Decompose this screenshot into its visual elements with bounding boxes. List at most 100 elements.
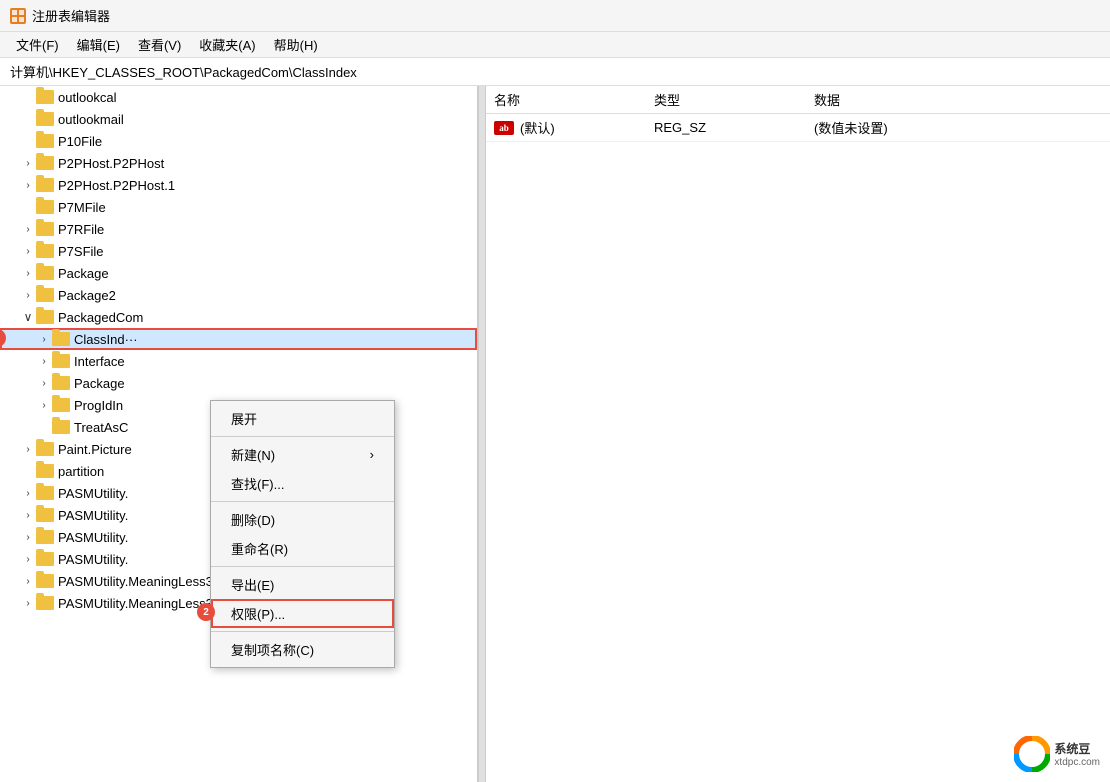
col-header-data: 数据 xyxy=(814,90,1102,109)
ctx-delete[interactable]: 删除(D) xyxy=(211,505,394,534)
ctx-copy-name-label: 复制项名称(C) xyxy=(231,640,314,659)
expand-icon: › xyxy=(20,290,36,301)
folder-icon xyxy=(36,90,54,104)
folder-icon xyxy=(52,354,70,368)
tree-item-outlookcal[interactable]: outlookcal xyxy=(0,86,477,108)
expand-icon: › xyxy=(20,488,36,499)
tree-label: Package xyxy=(74,376,125,391)
folder-icon xyxy=(52,420,70,434)
ctx-find-label: 查找(F)... xyxy=(231,474,284,493)
tree-item-interface[interactable]: › Interface xyxy=(0,350,477,372)
tree-label: PASMUtility. xyxy=(58,552,128,567)
folder-icon xyxy=(36,442,54,456)
ctx-delete-label: 删除(D) xyxy=(231,510,275,529)
expand-icon: › xyxy=(36,356,52,367)
folder-icon xyxy=(52,376,70,390)
folder-icon xyxy=(36,156,54,170)
tree-label: P2PHost.P2PHost.1 xyxy=(58,178,175,193)
tree-item-package-sub[interactable]: › Package xyxy=(0,372,477,394)
tree-label: Package2 xyxy=(58,288,116,303)
menu-favorites[interactable]: 收藏夹(A) xyxy=(191,33,263,56)
watermark-site: 系统豆 xyxy=(1054,740,1100,757)
folder-icon xyxy=(36,596,54,610)
main-content: outlookcal outlookmail P10File › P2PHost… xyxy=(0,86,1110,782)
tree-label: P7MFile xyxy=(58,200,106,215)
badge-1: 1 xyxy=(0,329,6,347)
address-path: 计算机\HKEY_CLASSES_ROOT\PackagedCom\ClassI… xyxy=(10,62,357,81)
ctx-find[interactable]: 查找(F)... xyxy=(211,469,394,498)
tree-item-p2phost1[interactable]: › P2PHost.P2PHost.1 xyxy=(0,174,477,196)
folder-icon xyxy=(36,222,54,236)
ctx-export[interactable]: 导出(E) xyxy=(211,570,394,599)
right-panel: 名称 类型 数据 ab (默认) REG_SZ (数值未设置) xyxy=(486,86,1110,782)
ctx-permissions[interactable]: 2 权限(P)... xyxy=(211,599,394,628)
tree-item-outlookmail[interactable]: outlookmail xyxy=(0,108,477,130)
expand-icon: › xyxy=(20,598,36,609)
col-header-name: 名称 xyxy=(494,90,654,109)
right-row-default[interactable]: ab (默认) REG_SZ (数值未设置) xyxy=(486,114,1110,142)
expand-icon: › xyxy=(20,246,36,257)
tree-item-package2[interactable]: › Package2 xyxy=(0,284,477,306)
scrollbar-divider xyxy=(478,86,486,782)
expand-icon: › xyxy=(20,532,36,543)
right-header: 名称 类型 数据 xyxy=(486,86,1110,114)
folder-icon xyxy=(36,508,54,522)
ab-icon: ab xyxy=(494,121,514,135)
menu-edit[interactable]: 编辑(E) xyxy=(69,33,128,56)
tree-label: TreatAsC xyxy=(74,420,128,435)
expand-icon: › xyxy=(36,400,52,411)
expand-icon: › xyxy=(36,378,52,389)
expand-icon: › xyxy=(36,334,52,345)
tree-label: P10File xyxy=(58,134,102,149)
tree-item-packagedcom[interactable]: ∨ PackagedCom xyxy=(0,306,477,328)
ctx-sep-3 xyxy=(211,566,394,567)
expand-icon: › xyxy=(20,224,36,235)
app-icon xyxy=(10,8,26,24)
right-row-name: ab (默认) xyxy=(494,118,654,137)
tree-label: PASMUtility. xyxy=(58,530,128,545)
ctx-copy-name[interactable]: 复制项名称(C) xyxy=(211,635,394,664)
watermark-logo xyxy=(1014,736,1050,772)
tree-label: Package xyxy=(58,266,109,281)
ctx-expand[interactable]: 展开 xyxy=(211,404,394,433)
folder-icon xyxy=(36,530,54,544)
tree-item-p7rfile[interactable]: › P7RFile xyxy=(0,218,477,240)
menu-help[interactable]: 帮助(H) xyxy=(266,33,326,56)
tree-item-p2phost[interactable]: › P2PHost.P2PHost xyxy=(0,152,477,174)
ctx-sep-2 xyxy=(211,501,394,502)
tree-label: P7RFile xyxy=(58,222,104,237)
tree-item-p7sfile[interactable]: › P7SFile xyxy=(0,240,477,262)
ctx-rename[interactable]: 重命名(R) xyxy=(211,534,394,563)
tree-item-p10file[interactable]: P10File xyxy=(0,130,477,152)
tree-label: PASMUtility. xyxy=(58,486,128,501)
tree-label: ProgIdIn xyxy=(74,398,123,413)
folder-icon xyxy=(36,244,54,258)
folder-icon xyxy=(36,310,54,324)
expand-icon: › xyxy=(20,554,36,565)
watermark-text: 系统豆 xtdpc.com xyxy=(1054,740,1100,768)
expand-icon: › xyxy=(20,444,36,455)
menu-file[interactable]: 文件(F) xyxy=(8,33,67,56)
tree-item-classindex[interactable]: › ClassInd··· 1 xyxy=(0,328,477,350)
tree-label: Paint.Picture xyxy=(58,442,132,457)
badge-2: 2 xyxy=(197,603,215,621)
tree-label: ClassInd··· xyxy=(74,332,138,347)
tree-item-p7mfile[interactable]: P7MFile xyxy=(0,196,477,218)
right-row-data: (数值未设置) xyxy=(814,118,1102,137)
menu-view[interactable]: 查看(V) xyxy=(130,33,189,56)
ctx-sep-1 xyxy=(211,436,394,437)
expand-icon: ∨ xyxy=(20,310,36,324)
ctx-new[interactable]: 新建(N) › xyxy=(211,440,394,469)
tree-label: Interface xyxy=(74,354,125,369)
ctx-sep-4 xyxy=(211,631,394,632)
ctx-expand-label: 展开 xyxy=(231,409,257,428)
ctx-new-arrow: › xyxy=(370,447,374,462)
folder-icon xyxy=(36,288,54,302)
expand-icon: › xyxy=(20,180,36,191)
folder-icon xyxy=(36,464,54,478)
tree-item-package[interactable]: › Package xyxy=(0,262,477,284)
folder-icon xyxy=(36,486,54,500)
tree-label: outlookmail xyxy=(58,112,124,127)
folder-icon xyxy=(36,134,54,148)
expand-icon: › xyxy=(20,268,36,279)
